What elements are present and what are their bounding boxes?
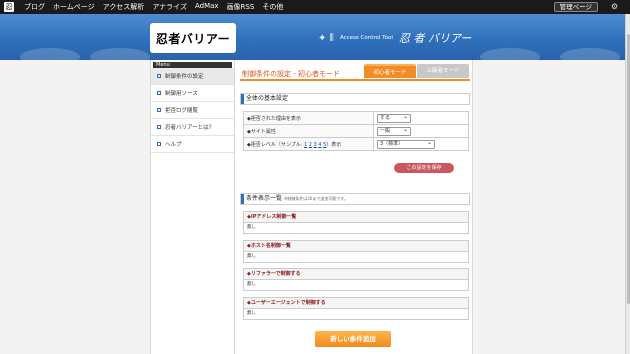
- condition-body: 無し: [247, 254, 256, 259]
- setting-row: ◆サイト属性 一般: [243, 124, 469, 138]
- condition-ip: ◆IPアドレス制御一覧 無し: [243, 211, 469, 234]
- add-condition-button[interactable]: 新しい条件追加: [315, 331, 391, 347]
- bullet-icon: [157, 125, 161, 129]
- sidebar-item-about[interactable]: 忍者バリアーとは？: [151, 119, 234, 136]
- top-bar: 忍 ブログ ホームページ アクセス解析 アナライズ AdMax 画像RSS その…: [0, 0, 630, 14]
- sidebar-item-control-source[interactable]: 制御用ソース: [151, 85, 234, 102]
- top-nav: ブログ ホームページ アクセス解析 アナライズ AdMax 画像RSS その他: [24, 2, 283, 12]
- bullet-icon: [157, 91, 161, 95]
- header-banner: 忍者バリアー ✦ ⦀ Access Control Tool 忍 者 バリアー: [0, 14, 630, 60]
- save-settings-button[interactable]: この設定を保存: [394, 163, 454, 173]
- conditions-note: ※制御条件は30まで追加可能です。: [283, 196, 348, 201]
- sidebar-item-label: 拒否ログ閲覧: [165, 108, 199, 114]
- sidebar-item-label: 制御用ソース: [165, 91, 198, 97]
- sample-level-1-link[interactable]: 1: [304, 142, 307, 148]
- tab-advanced-mode[interactable]: 上級者モード: [417, 64, 469, 78]
- sample-level-3-link[interactable]: 3: [314, 142, 317, 148]
- setting-value-cell: 一般: [373, 124, 469, 138]
- nav-admax[interactable]: AdMax: [195, 2, 219, 12]
- sidebar-item-label: 制御条件の設定: [165, 74, 204, 80]
- ninja-logo-icon[interactable]: 忍: [4, 2, 14, 12]
- nav-access-analysis[interactable]: アクセス解析: [103, 2, 145, 12]
- condition-hostname: ◆ホスト名制御一覧 無し: [243, 240, 469, 263]
- condition-body: 無し: [247, 225, 256, 230]
- tab-basic-mode[interactable]: 初心者モード: [364, 64, 416, 78]
- cloud-decoration: [20, 48, 80, 60]
- setting-label: ◆拒否された理由を表示: [243, 111, 374, 125]
- cloud-decoration: [480, 48, 540, 60]
- sidebar-item-deny-log[interactable]: 拒否ログ閲覧: [151, 102, 234, 119]
- bullet-icon: [157, 108, 161, 112]
- condition-referrer: ◆リファラーで制御する 無し: [243, 268, 469, 291]
- bullet-icon: [157, 74, 161, 78]
- conditions-heading-text: 条件表示一覧: [246, 195, 283, 202]
- sample-level-4-link[interactable]: 4: [318, 142, 321, 148]
- level-label-suffix: ）表示: [326, 141, 342, 148]
- nav-blog[interactable]: ブログ: [24, 2, 45, 12]
- level-label-prefix: ◆拒否レベル（サンプル:: [247, 141, 304, 148]
- main-content: 制御条件の設定 - 初心者モード 初心者モード 上級者モード 全体の基本設定 ◆…: [235, 60, 473, 354]
- setting-value-cell: 3（標準）: [373, 137, 469, 151]
- basic-settings-heading-text: 全体の基本設定: [246, 95, 289, 102]
- nav-analyze[interactable]: アナライズ: [152, 2, 187, 12]
- setting-row: ◆拒否レベル（サンプル: 1 2 3 4 5）表示 3（標準）: [243, 137, 469, 151]
- banner-title: ✦ ⦀ Access Control Tool 忍 者 バリアー: [318, 30, 471, 46]
- shuriken-icon: ✦ ⦀: [318, 32, 334, 44]
- deny-level-select[interactable]: 3（標準）: [377, 139, 435, 149]
- nav-homepage[interactable]: ホームページ: [53, 2, 95, 12]
- sidebar-item-condition-settings[interactable]: 制御条件の設定: [151, 68, 234, 85]
- access-control-label: Access Control Tool: [339, 35, 393, 41]
- setting-value-cell: する: [373, 111, 469, 125]
- basic-settings-table: ◆拒否された理由を表示 する ◆サイト属性 一般 ◆拒否レベル（サンプル: 1 …: [243, 111, 469, 151]
- sidebar-item-help[interactable]: ヘルプ: [151, 136, 234, 153]
- sidebar-item-label: 忍者バリアーとは？: [165, 125, 215, 131]
- conditions-heading: 条件表示一覧 ※制御条件は30まで追加可能です。: [240, 193, 470, 205]
- condition-user-agent: ◆ユーザーエージェントで制御する 無し: [243, 297, 469, 320]
- condition-title[interactable]: ◆ホスト名制御一覧: [244, 241, 468, 252]
- condition-title[interactable]: ◆ユーザーエージェントで制御する: [244, 298, 468, 309]
- banner-title-text: 忍 者 バリアー: [398, 32, 472, 45]
- basic-settings-heading: 全体の基本設定: [240, 93, 470, 105]
- condition-title[interactable]: ◆IPアドレス制御一覧: [244, 212, 468, 223]
- setting-label: ◆サイト属性: [243, 124, 374, 138]
- nav-other[interactable]: その他: [262, 2, 283, 12]
- sidebar-item-label: ヘルプ: [165, 142, 182, 148]
- condition-body: 無し: [247, 282, 256, 287]
- sidebar: Menu 制御条件の設定 制御用ソース 拒否ログ閲覧 忍者バリアーとは？ ヘルプ: [150, 60, 235, 354]
- setting-row: ◆拒否された理由を表示 する: [243, 111, 469, 125]
- nav-image-rss[interactable]: 画像RSS: [227, 2, 255, 12]
- condition-title[interactable]: ◆リファラーで制御する: [244, 269, 468, 280]
- bullet-icon: [157, 142, 161, 146]
- gear-icon[interactable]: ⚙: [611, 2, 618, 12]
- condition-body: 無し: [247, 311, 256, 316]
- brand-logo[interactable]: 忍者バリアー: [150, 23, 236, 53]
- cloud-decoration: [90, 48, 150, 60]
- page-title: 制御条件の設定 - 初心者モード: [242, 70, 340, 78]
- brand-logo-text: 忍者バリアー: [155, 31, 231, 46]
- page-scrollbar[interactable]: [625, 14, 630, 354]
- admin-page-button[interactable]: 管理ページ: [553, 2, 598, 12]
- show-reason-select[interactable]: する: [377, 113, 411, 123]
- setting-label: ◆拒否レベル（サンプル: 1 2 3 4 5）表示: [243, 137, 374, 151]
- sample-level-2-link[interactable]: 2: [309, 142, 312, 148]
- title-divider: [240, 79, 470, 81]
- cloud-decoration: [560, 48, 620, 60]
- site-attribute-select[interactable]: 一般: [377, 126, 411, 136]
